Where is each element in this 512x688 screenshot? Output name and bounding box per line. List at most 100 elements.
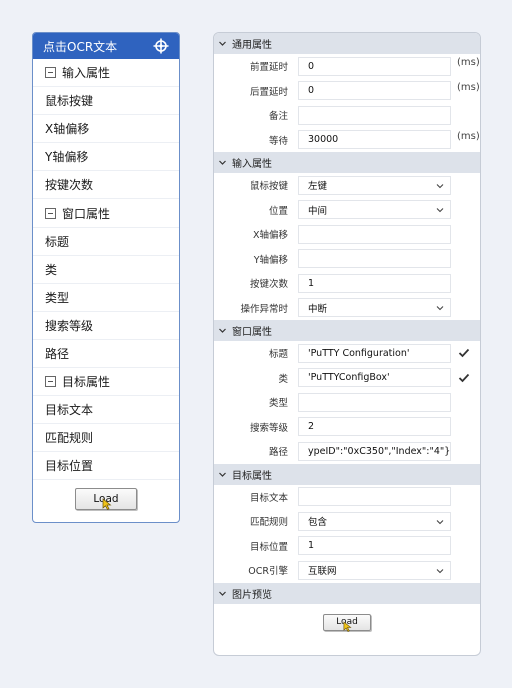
property-value: 'PuTTYConfigBox' (308, 372, 390, 384)
property-dropdown[interactable]: 中断 (298, 298, 451, 318)
property-label: 等待 (268, 135, 288, 147)
property-input[interactable] (298, 392, 451, 412)
property-label: 鼠标按键 (45, 94, 94, 109)
property-label: 匹配规则 (249, 517, 288, 529)
property-label: 搜索等级 (249, 422, 288, 434)
property-value: 中间 (308, 205, 328, 217)
property-input[interactable]: 0 (298, 56, 451, 76)
property-item[interactable]: X轴偏移 (33, 115, 179, 144)
property-label: 目标文本 (249, 492, 288, 504)
section-header[interactable]: 目标属性 (214, 463, 480, 485)
property-list: 输入属性鼠标按键 X轴偏移 Y轴偏移按键次数窗口属性标题类类型搜索等级路径 目标属性目… (33, 59, 179, 481)
property-sections: 通用属性 前置延时 0 (ms) 后置延时 0 (ms) 备注 等待 30000 (ms) 输入属性鼠… (214, 33, 480, 644)
checkmark-icon[interactable] (458, 373, 470, 383)
property-row: 路径 ypeID":"0xC350","Index":"4"}]) (214, 439, 480, 464)
property-input[interactable]: 'PuTTY Configuration' (298, 343, 451, 363)
property-item[interactable]: 鼠标按键 (33, 87, 179, 116)
property-item[interactable]: 目标位置 (33, 452, 179, 481)
collapse-icon[interactable] (45, 207, 56, 219)
property-dropdown[interactable]: 中间 (298, 200, 451, 220)
property-label: 目标位置 (249, 541, 288, 553)
property-row: 操作异常时 中断 (214, 296, 480, 321)
chevron-down-icon (436, 208, 444, 213)
chevron-down-icon (436, 306, 444, 311)
section-header[interactable]: 输入属性 (214, 152, 480, 173)
property-row: 搜索等级 2 (214, 415, 480, 440)
unit-label: (ms) (457, 130, 480, 142)
property-item[interactable]: 按键次数 (33, 171, 179, 200)
collapse-icon[interactable] (45, 376, 56, 388)
group-header[interactable]: 目标属性 (33, 368, 179, 397)
unit-label: (ms) (457, 81, 480, 93)
panel-header: 点击OCR文本 (33, 33, 179, 59)
property-input[interactable] (298, 249, 451, 269)
property-row: Y轴偏移 (214, 247, 480, 272)
property-item[interactable]: 匹配规则 (33, 424, 179, 453)
property-value: 0 (308, 60, 315, 72)
property-value: 30000 (308, 134, 339, 146)
property-row: 鼠标按键 左键 (214, 173, 480, 198)
property-label: 备注 (268, 111, 288, 123)
unit-label: (ms) (457, 57, 480, 68)
property-value: 'PuTTY Configuration' (308, 347, 410, 359)
property-input[interactable]: 1 (298, 273, 451, 293)
property-label: 类 (278, 373, 288, 385)
property-label: 标题 (45, 234, 70, 249)
property-row: 备注 (214, 103, 480, 128)
property-row: 后置延时 0 (ms) (214, 79, 480, 104)
property-label: 后置延时 (249, 86, 288, 98)
panel-title: 点击OCR文本 (43, 39, 118, 54)
property-item[interactable]: 类型 (33, 284, 179, 312)
property-label: 搜索等级 (45, 318, 94, 333)
property-row: 前置延时 0 (ms) (214, 54, 480, 79)
property-input[interactable]: ypeID":"0xC350","Index":"4"}]) (298, 441, 451, 461)
crosshair-icon[interactable] (153, 38, 169, 54)
property-label: 目标文本 (45, 403, 94, 418)
checkmark-icon[interactable] (458, 348, 470, 358)
property-item[interactable]: 标题 (33, 228, 179, 256)
chevron-down-icon (219, 160, 226, 165)
load-button[interactable]: Load (75, 488, 137, 510)
property-input[interactable]: 30000 (298, 130, 451, 150)
property-value: 互联网 (308, 566, 337, 578)
property-value: 1 (308, 540, 315, 552)
property-input[interactable]: 0 (298, 81, 451, 101)
chevron-down-icon (436, 183, 444, 189)
property-input[interactable]: 1 (298, 536, 451, 556)
section-header[interactable]: 窗口属性 (214, 320, 480, 341)
property-item[interactable]: 搜索等级 (33, 312, 179, 340)
property-label: 标题 (268, 349, 288, 361)
property-label: 目标位置 (45, 459, 94, 474)
collapse-icon[interactable] (45, 67, 56, 79)
property-item[interactable]: 目标文本 (33, 396, 179, 425)
property-item[interactable]: 类 (33, 256, 179, 284)
property-row: X轴偏移 (214, 222, 480, 247)
property-row: 标题 'PuTTY Configuration' (214, 341, 480, 366)
group-header[interactable]: 输入属性 (33, 59, 179, 88)
group-label: 窗口属性 (62, 206, 111, 221)
property-item[interactable]: Y轴偏移 (33, 143, 179, 172)
property-row: 匹配规则 包含 (214, 509, 480, 534)
property-input[interactable]: 2 (298, 417, 451, 437)
property-label: X轴偏移 (252, 230, 288, 242)
property-label: 位置 (268, 205, 288, 217)
property-row: 按键次数 1 (214, 271, 480, 296)
property-label: 操作异常时 (240, 303, 288, 315)
activity-properties-panel: 点击OCR文本 输入属性鼠标按键 X轴偏移 Y轴偏移按键次数窗口属性标题类类型搜索等… (32, 32, 180, 523)
load-button[interactable]: Load (323, 613, 371, 632)
group-label: 输入属性 (62, 66, 111, 81)
section-header[interactable]: 图片预览 (214, 582, 480, 604)
property-row: OCR引擎 互联网 (214, 558, 480, 583)
property-item[interactable]: 路径 (33, 340, 179, 369)
property-input[interactable] (298, 487, 451, 507)
property-dropdown[interactable]: 左键 (298, 175, 451, 195)
property-label: 按键次数 (45, 178, 94, 193)
section-header[interactable]: 通用属性 (214, 33, 480, 54)
property-input[interactable] (298, 224, 451, 244)
property-input[interactable]: 'PuTTYConfigBox' (298, 368, 451, 388)
property-input[interactable] (298, 105, 451, 125)
property-value: 中断 (308, 303, 328, 315)
group-header[interactable]: 窗口属性 (33, 199, 179, 228)
property-dropdown[interactable]: 互联网 (298, 560, 451, 580)
property-dropdown[interactable]: 包含 (298, 511, 451, 531)
